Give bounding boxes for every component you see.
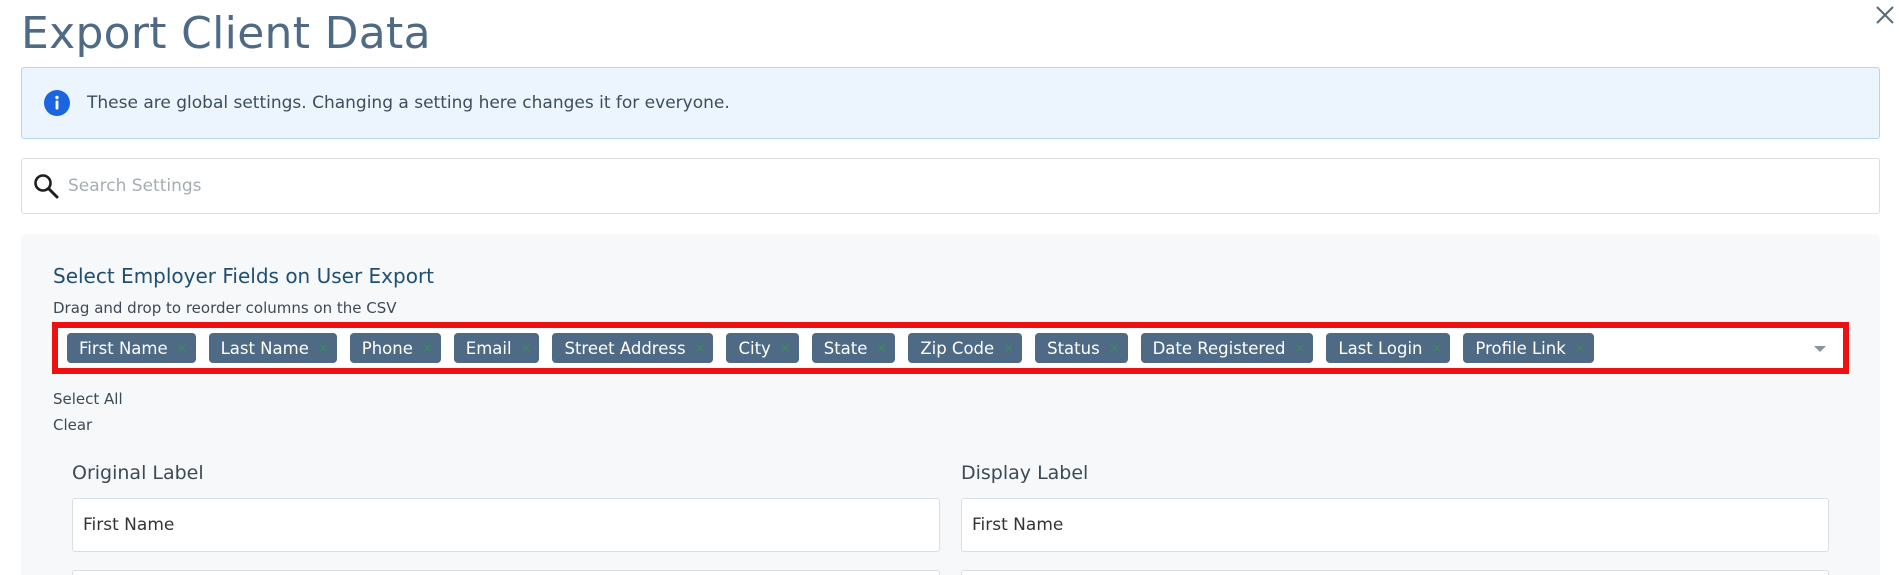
info-icon (43, 89, 71, 117)
search-box[interactable] (21, 158, 1880, 214)
original-label-header: Original Label (72, 462, 204, 484)
employer-fields-multiselect[interactable]: First Name × Last Name × Phone × Email × Str… (52, 322, 1849, 374)
remove-tag-icon[interactable]: × (521, 341, 532, 356)
field-tag-date-registered[interactable]: Date Registered × (1140, 333, 1314, 363)
close-button[interactable] (1870, 0, 1899, 29)
remove-tag-icon[interactable]: × (695, 341, 706, 356)
field-tag-last-name[interactable]: Last Name × (208, 333, 337, 363)
display-label-input-next[interactable] (961, 570, 1829, 575)
remove-tag-icon[interactable]: × (318, 341, 329, 356)
remove-tag-icon[interactable]: × (177, 341, 188, 356)
remove-tag-icon[interactable]: × (876, 341, 887, 356)
remove-tag-icon[interactable]: × (1003, 341, 1014, 356)
close-icon (1875, 5, 1894, 24)
display-label-input[interactable] (961, 498, 1829, 552)
info-banner-text: These are global settings. Changing a se… (87, 93, 730, 113)
search-icon (32, 172, 60, 200)
remove-tag-icon[interactable]: × (1432, 341, 1443, 356)
original-label-input-next[interactable] (72, 570, 940, 575)
field-tag-zip-code[interactable]: Zip Code × (908, 333, 1023, 363)
section-subtitle: Drag and drop to reorder columns on the … (53, 299, 397, 317)
remove-tag-icon[interactable]: × (1575, 341, 1586, 356)
field-tag-profile-link[interactable]: Profile Link × (1463, 333, 1594, 363)
select-all-link[interactable]: Select All (53, 390, 123, 408)
page-title: Export Client Data (21, 8, 431, 59)
field-tag-city[interactable]: City × (726, 333, 799, 363)
field-tag-phone[interactable]: Phone × (349, 333, 441, 363)
search-input[interactable] (68, 176, 1858, 196)
original-label-input[interactable] (72, 498, 940, 552)
chevron-down-icon[interactable] (1813, 345, 1827, 353)
remove-tag-icon[interactable]: × (780, 341, 791, 356)
clear-link[interactable]: Clear (53, 416, 92, 434)
field-tag-first-name[interactable]: First Name × (67, 333, 196, 363)
remove-tag-icon[interactable]: × (422, 341, 433, 356)
field-tag-state[interactable]: State × (811, 333, 896, 363)
remove-tag-icon[interactable]: × (1109, 341, 1120, 356)
employer-fields-panel: Select Employer Fields on User Export Dr… (21, 234, 1880, 575)
remove-tag-icon[interactable]: × (1294, 341, 1305, 356)
field-tag-last-login[interactable]: Last Login × (1326, 333, 1451, 363)
info-banner: These are global settings. Changing a se… (21, 67, 1880, 139)
field-tag-email[interactable]: Email × (453, 333, 540, 363)
section-title: Select Employer Fields on User Export (53, 264, 435, 288)
display-label-header: Display Label (961, 462, 1089, 484)
field-tag-street-address[interactable]: Street Address × (552, 333, 714, 363)
field-tag-status[interactable]: Status × (1035, 333, 1128, 363)
